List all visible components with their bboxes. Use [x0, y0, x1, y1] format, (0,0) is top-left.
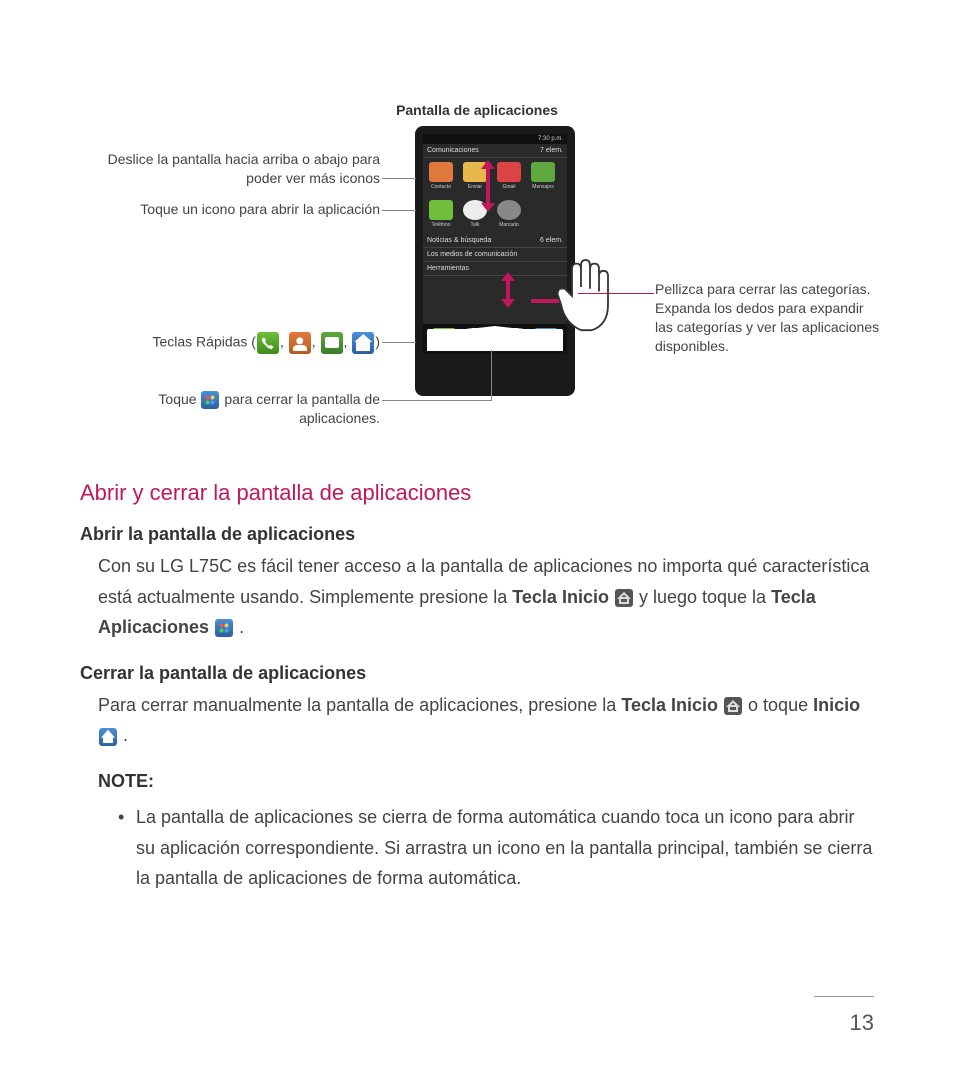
paragraph-open: Con su LG L75C es fácil tener acceso a l…	[98, 551, 874, 643]
callout-close: Toque para cerrar la pantalla de aplicac…	[80, 390, 380, 428]
note-item: La pantalla de aplicaciones se cierra de…	[118, 802, 874, 894]
leader-line	[531, 299, 567, 303]
messages-icon	[321, 332, 343, 354]
home-icon	[534, 328, 558, 350]
category-name: Los medios de comunicación	[427, 251, 517, 258]
text: Para cerrar manualmente la pantalla de a…	[98, 695, 621, 715]
diagram-area: Pantalla de aplicaciones 7:30 p.m. Comun…	[80, 80, 874, 440]
pinch-arrow-icon	[501, 272, 515, 308]
category-header-3: Los medios de comunicación	[423, 248, 567, 262]
app-icon: Teléfono	[427, 200, 455, 230]
category-name: Noticias & búsqueda	[427, 237, 491, 244]
app-icon: Contacto	[427, 162, 455, 192]
app-icon: Marcado	[495, 200, 523, 230]
callout-quick-keys: Teclas Rápidas (, , , )	[80, 332, 380, 354]
subheading-open: Abrir la pantalla de aplicaciones	[80, 524, 874, 545]
phone-screen: 7:30 p.m. Comunicaciones 7 elem. Contact…	[423, 134, 567, 354]
text: para cerrar la pantalla de aplicaciones.	[224, 391, 380, 426]
phone-mockup: 7:30 p.m. Comunicaciones 7 elem. Contact…	[415, 126, 575, 396]
leader-line	[382, 342, 416, 343]
subheading-close: Cerrar la pantalla de aplicaciones	[80, 663, 874, 684]
note-label: NOTE:	[98, 771, 874, 792]
bold-text: Tecla Inicio	[621, 695, 718, 715]
category-name: Comunicaciones	[427, 147, 479, 154]
text: o toque	[743, 695, 813, 715]
paragraph-close: Para cerrar manualmente la pantalla de a…	[98, 690, 874, 751]
category-count: 7 elem.	[540, 147, 563, 154]
text: Toque	[158, 391, 196, 407]
swipe-arrow-icon	[481, 160, 495, 212]
home-icon	[99, 728, 117, 746]
category-count: 6 elem.	[540, 237, 563, 244]
text: .	[234, 617, 244, 637]
callout-swipe: Deslice la pantalla hacia arriba o abajo…	[80, 150, 380, 188]
bold-text: Tecla Inicio	[512, 587, 609, 607]
page-number: 13	[850, 1010, 874, 1036]
callout-pinch: Pellizca para cerrar las categorías. Exp…	[655, 280, 880, 356]
text: )	[375, 334, 380, 350]
category-name: Herramientas	[427, 265, 469, 272]
text: .	[118, 725, 128, 745]
category-header-4: Herramientas	[423, 262, 567, 276]
home-key-icon	[615, 589, 633, 607]
app-row: Contacto Enviar Gmail Mensajes	[423, 158, 567, 196]
diagram-title: Pantalla de aplicaciones	[80, 102, 874, 118]
text: Teclas Rápidas (	[152, 334, 256, 350]
leader-line	[382, 400, 492, 401]
text: y luego toque la	[634, 587, 771, 607]
category-header-1: Comunicaciones 7 elem.	[423, 144, 567, 158]
callout-tap: Toque un icono para abrir la aplicación	[80, 200, 380, 219]
apps-icon	[215, 619, 233, 637]
app-row: Teléfono Talk Marcado	[423, 196, 567, 234]
leader-line	[382, 210, 416, 211]
bold-text: Inicio	[813, 695, 860, 715]
quick-keys-bar	[423, 324, 567, 354]
app-icon: Gmail	[495, 162, 523, 192]
phone-icon	[257, 332, 279, 354]
category-header-2: Noticias & búsqueda 6 elem.	[423, 234, 567, 248]
manual-page: Pantalla de aplicaciones 7:30 p.m. Comun…	[0, 0, 954, 1074]
contacts-icon	[289, 332, 311, 354]
statusbar: 7:30 p.m.	[423, 134, 567, 144]
apps-icon	[201, 391, 219, 409]
leader-line	[578, 293, 654, 294]
home-icon	[352, 332, 374, 354]
app-icon: Mensajes	[529, 162, 557, 192]
leader-line	[491, 350, 492, 400]
section-heading: Abrir y cerrar la pantalla de aplicacion…	[80, 480, 874, 506]
leader-line	[382, 178, 416, 179]
home-key-icon	[724, 697, 742, 715]
